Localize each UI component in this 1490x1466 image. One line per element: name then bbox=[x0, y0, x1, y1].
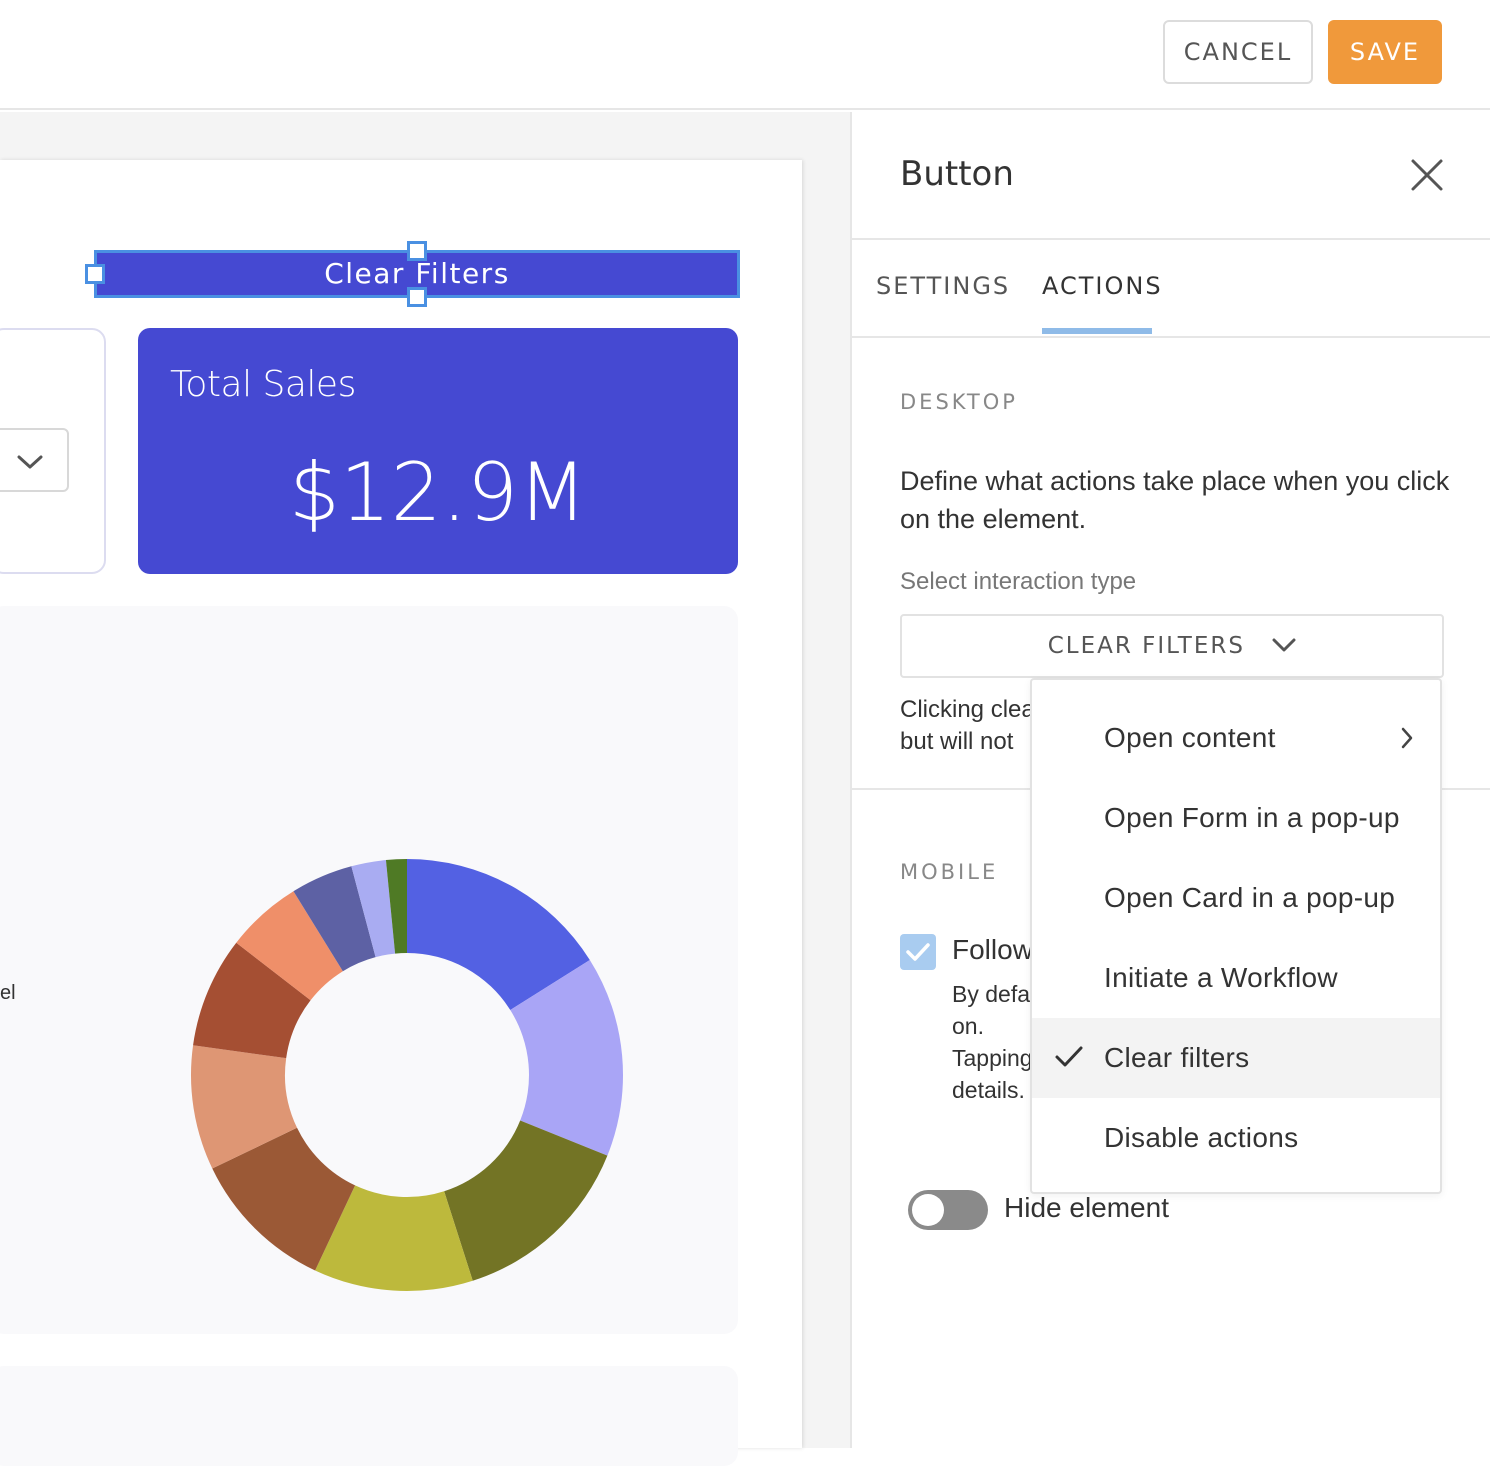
menu-item-label: Open content bbox=[1104, 722, 1276, 753]
menu-item-open-card[interactable]: Open Card in a pop-up bbox=[1032, 858, 1440, 938]
filter-dropdown[interactable] bbox=[0, 428, 69, 492]
tab-settings[interactable]: SETTINGS bbox=[876, 272, 1010, 300]
desktop-description: Define what actions take place when you … bbox=[900, 466, 1450, 534]
follow-checkbox[interactable] bbox=[900, 934, 936, 970]
menu-item-label: Clear filters bbox=[1104, 1042, 1250, 1073]
kpi-value: $12.9M bbox=[288, 446, 588, 539]
divider bbox=[852, 336, 1490, 338]
chevron-down-icon bbox=[17, 455, 43, 469]
chart-card-secondary bbox=[0, 1366, 738, 1466]
tab-actions[interactable]: ACTIONS bbox=[1042, 272, 1163, 300]
divider bbox=[852, 238, 1490, 240]
hide-element-label: Hide element bbox=[1004, 1192, 1169, 1223]
resize-handle-left[interactable] bbox=[85, 264, 105, 284]
active-tab-indicator bbox=[1042, 328, 1152, 334]
kpi-title: Total Sales bbox=[170, 364, 356, 405]
checkmark-icon bbox=[1055, 1046, 1083, 1067]
chevron-right-icon bbox=[1401, 727, 1413, 749]
close-icon[interactable] bbox=[1410, 158, 1444, 192]
interaction-type-value: CLEAR FILTERS bbox=[1047, 633, 1245, 659]
resize-handle-top[interactable] bbox=[407, 241, 427, 261]
total-sales-card[interactable]: Total Sales $12.9M bbox=[138, 328, 738, 574]
resize-handle-bottom[interactable] bbox=[407, 287, 427, 307]
menu-item-clear-filters[interactable]: Clear filters bbox=[1032, 1018, 1440, 1098]
interaction-type-label: Select interaction type bbox=[900, 568, 1137, 595]
panel-title: Button bbox=[900, 154, 1014, 194]
menu-item-label: Open Form in a pop-up bbox=[1104, 802, 1400, 833]
donut-chart[interactable] bbox=[177, 845, 637, 1305]
menu-item-label: Disable actions bbox=[1104, 1122, 1299, 1153]
chart-cut-label: el bbox=[0, 982, 16, 1004]
hide-element-toggle[interactable] bbox=[908, 1190, 988, 1230]
top-toolbar: CANCEL SAVE bbox=[0, 0, 1490, 110]
menu-item-open-form[interactable]: Open Form in a pop-up bbox=[1032, 778, 1440, 858]
menu-item-label: Open Card in a pop-up bbox=[1104, 882, 1396, 913]
chevron-down-icon bbox=[1272, 638, 1296, 651]
checkmark-icon bbox=[906, 943, 930, 961]
interaction-type-menu: Open content Open Form in a pop-up Open … bbox=[1030, 678, 1442, 1194]
menu-item-disable-actions[interactable]: Disable actions bbox=[1032, 1098, 1440, 1178]
interaction-type-select[interactable]: CLEAR FILTERS bbox=[900, 614, 1444, 678]
desktop-section-label: DESKTOP bbox=[900, 390, 1018, 414]
cancel-button[interactable]: CANCEL bbox=[1163, 20, 1313, 84]
toggle-knob bbox=[912, 1194, 944, 1226]
follow-label: Follow bbox=[952, 934, 1033, 965]
menu-item-initiate-workflow[interactable]: Initiate a Workflow bbox=[1032, 938, 1440, 1018]
menu-item-open-content[interactable]: Open content bbox=[1032, 698, 1440, 778]
mobile-section-label: MOBILE bbox=[900, 860, 999, 884]
menu-item-label: Initiate a Workflow bbox=[1104, 962, 1338, 993]
save-button[interactable]: SAVE bbox=[1328, 20, 1442, 84]
